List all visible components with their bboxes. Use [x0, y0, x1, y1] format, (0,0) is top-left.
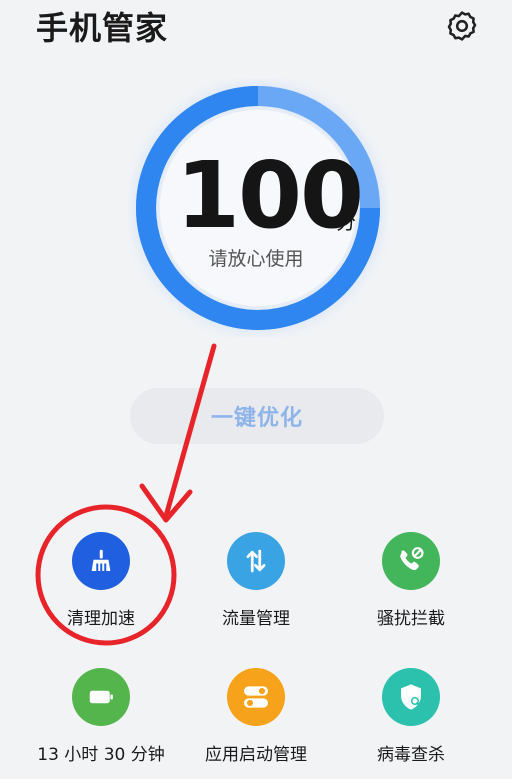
tool-label-battery: 13 小时 30 分钟 — [37, 745, 165, 765]
tool-label-clean: 清理加速 — [67, 609, 135, 629]
toggle-icon — [227, 668, 285, 726]
shield-scan-icon — [382, 668, 440, 726]
tool-battery[interactable]: 13 小时 30 分钟 — [26, 668, 176, 765]
tool-label-virus: 病毒查杀 — [377, 745, 445, 765]
tool-app-launch[interactable]: 应用启动管理 — [181, 668, 331, 765]
data-arrows-icon — [227, 532, 285, 590]
tool-virus-scan[interactable]: 病毒查杀 — [336, 668, 486, 765]
page-title: 手机管家 — [36, 9, 169, 47]
tool-label-app-launch: 应用启动管理 — [205, 745, 307, 765]
tool-label-harassment: 骚扰拦截 — [377, 609, 445, 629]
tool-data-management[interactable]: 流量管理 — [181, 532, 331, 629]
score-unit: 分 — [336, 210, 356, 234]
gear-icon — [447, 11, 477, 41]
settings-button[interactable] — [440, 4, 484, 48]
battery-icon — [72, 668, 130, 726]
phone-block-icon — [382, 532, 440, 590]
score-value: 100 — [176, 142, 364, 249]
tool-clean-speedup[interactable]: 清理加速 — [26, 532, 176, 629]
broom-icon — [72, 532, 130, 590]
annotation-arrowhead — [139, 483, 193, 523]
tool-harassment-block[interactable]: 骚扰拦截 — [336, 532, 486, 629]
one-key-optimize-button[interactable]: 一键优化 — [130, 388, 384, 444]
score-status: 请放心使用 — [208, 248, 304, 270]
tool-label-data: 流量管理 — [222, 609, 290, 629]
